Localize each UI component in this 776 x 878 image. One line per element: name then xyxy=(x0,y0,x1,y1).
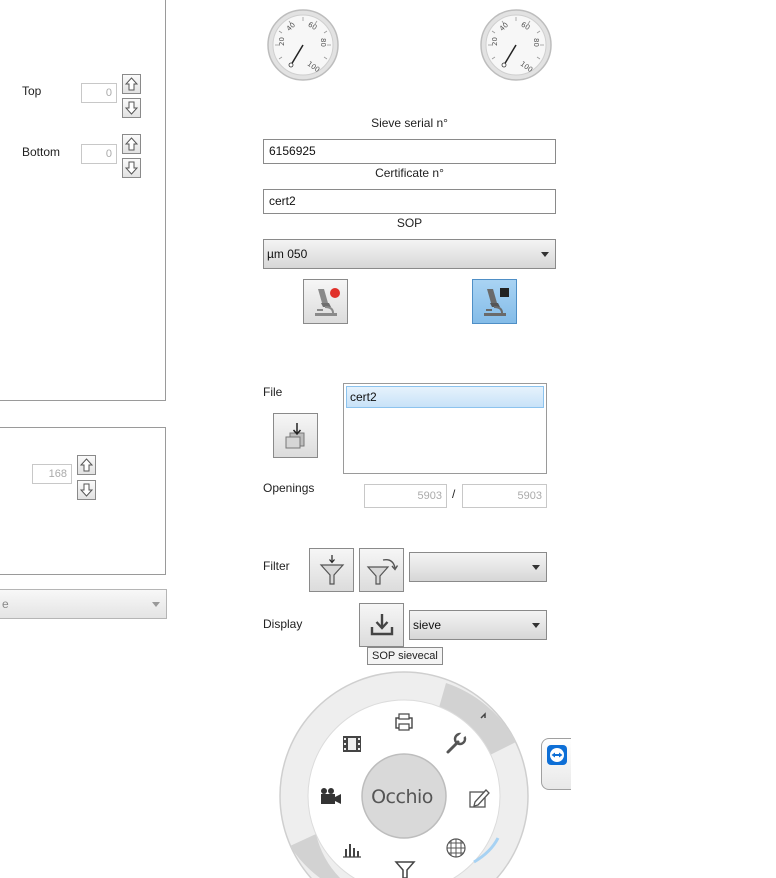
gauge-right: 20 40 60 80 100 xyxy=(480,9,552,81)
gauge-right-tick-20: 20 xyxy=(491,37,499,46)
microscope-stop-button[interactable] xyxy=(472,279,517,324)
arrow-up-icon xyxy=(80,458,93,472)
mid-panel xyxy=(0,427,166,575)
gauge-left: 20 40 60 80 100 xyxy=(267,9,339,81)
teamviewer-icon xyxy=(547,745,567,765)
film-icon[interactable] xyxy=(343,736,361,752)
top-label: Top xyxy=(22,84,42,98)
arrow-down-icon xyxy=(80,483,93,497)
certificate-input[interactable]: cert2 xyxy=(263,189,556,214)
openings-value-2[interactable]: 5903 xyxy=(462,484,547,508)
teamviewer-tab[interactable] xyxy=(541,738,571,790)
filter-refresh-button[interactable] xyxy=(359,548,404,592)
display-download-button[interactable] xyxy=(359,603,404,647)
openings-separator: / xyxy=(452,487,456,501)
filter-funnel-icon xyxy=(319,555,344,585)
grid-globe-icon[interactable] xyxy=(446,838,466,858)
top-bottom-panel xyxy=(0,0,166,401)
mid-down-button[interactable] xyxy=(77,480,96,500)
filter-label: Filter xyxy=(263,559,290,573)
sieve-serial-label: Sieve serial n° xyxy=(371,116,448,130)
top-down-button[interactable] xyxy=(122,98,141,118)
bottom-down-button[interactable] xyxy=(122,158,141,178)
microscope-record-icon xyxy=(314,287,340,316)
radial-brand-text: Occhio xyxy=(371,786,433,808)
sop-select-value: µm 050 xyxy=(267,247,308,261)
chevron-down-icon xyxy=(532,623,540,628)
arrow-down-icon xyxy=(125,161,138,175)
mid-value-input[interactable]: 168 xyxy=(32,464,72,484)
left-dropdown-value: e xyxy=(2,597,9,611)
bottom-value-input[interactable]: 0 xyxy=(81,144,117,164)
file-import-icon xyxy=(285,422,304,448)
radial-menu: Occhio xyxy=(279,671,529,878)
bottom-up-button[interactable] xyxy=(122,134,141,154)
sop-label: SOP xyxy=(396,216,423,230)
arrow-down-icon xyxy=(125,101,138,115)
sop-select[interactable]: µm 050 xyxy=(263,239,556,269)
file-list-item[interactable]: cert2 xyxy=(346,386,544,408)
gauge-left-tick-20: 20 xyxy=(278,37,286,46)
chevron-down-icon xyxy=(541,252,549,257)
arrow-up-icon xyxy=(125,137,138,151)
sieve-serial-input[interactable]: 6156925 xyxy=(263,139,556,164)
filter-refresh-icon xyxy=(366,558,398,585)
display-select[interactable]: sieve xyxy=(409,610,547,640)
openings-value-1[interactable]: 5903 xyxy=(364,484,447,508)
display-tooltip: SOP sievecal xyxy=(367,647,443,665)
arrow-up-icon xyxy=(125,77,138,91)
openings-label: Openings xyxy=(263,481,315,495)
top-value-input[interactable]: 0 xyxy=(81,83,117,103)
file-load-button[interactable] xyxy=(273,413,318,458)
microscope-record-button[interactable] xyxy=(303,279,348,324)
bottom-label: Bottom xyxy=(22,145,61,159)
filter-apply-button[interactable] xyxy=(309,548,354,592)
download-tray-icon xyxy=(370,614,393,636)
chevron-down-icon xyxy=(532,565,540,570)
certificate-label: Certificate n° xyxy=(375,166,444,180)
display-label: Display xyxy=(263,617,303,631)
file-list[interactable]: cert2 xyxy=(343,383,547,474)
display-select-value: sieve xyxy=(413,618,442,632)
mid-up-button[interactable] xyxy=(77,455,96,475)
filter-select[interactable] xyxy=(409,552,547,582)
file-label: File xyxy=(263,385,283,399)
chevron-down-icon xyxy=(152,602,160,607)
microscope-stop-icon xyxy=(483,287,509,316)
gauge-left-tick-80: 80 xyxy=(319,38,327,47)
gauge-right-tick-80: 80 xyxy=(532,38,540,47)
top-up-button[interactable] xyxy=(122,74,141,94)
left-dropdown[interactable]: e xyxy=(0,589,167,619)
